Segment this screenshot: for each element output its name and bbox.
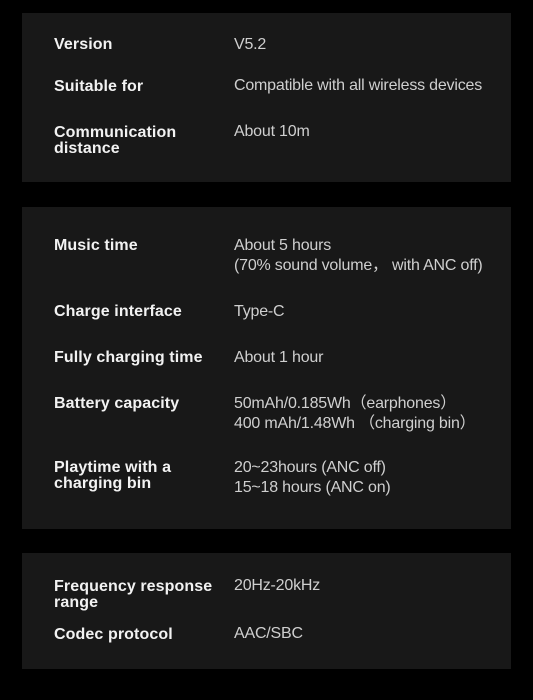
spec-label: Fully charging time	[54, 349, 203, 366]
spec-value: About 1 hour	[234, 349, 324, 366]
spec-label: Charge interface	[54, 303, 182, 320]
spec-panel-connectivity: Version V5.2 Suitable for Compatible wit…	[22, 13, 511, 182]
spec-value: About 10m	[234, 123, 310, 140]
spec-label: Version	[54, 36, 113, 53]
spec-value: V5.2	[234, 36, 267, 53]
spec-label: Communication distance	[54, 124, 177, 157]
spec-label: Playtime with a charging bin	[54, 459, 172, 492]
spec-label: Codec protocol	[54, 626, 173, 643]
spec-value: 20Hz-20kHz	[234, 577, 321, 594]
spec-value: AAC/SBC	[234, 625, 303, 642]
spec-panel-battery: Music time About 5 hours (70% sound volu…	[22, 207, 511, 529]
spec-value: Compatible with all wireless devices	[234, 77, 483, 94]
spec-value: Type-C	[234, 303, 285, 320]
spec-label: Suitable for	[54, 78, 144, 95]
spec-value: 50mAh/0.185Wh（earphones） 400 mAh/1.48Wh …	[234, 395, 476, 432]
spec-label: Battery capacity	[54, 395, 180, 412]
spec-panel-audio: Frequency response range 20Hz-20kHz Code…	[22, 553, 511, 669]
spec-label: Frequency response range	[54, 578, 213, 611]
spec-label: Music time	[54, 237, 138, 254]
spec-value: 20~23hours (ANC off) 15~18 hours (ANC on…	[234, 459, 391, 496]
spec-value: About 5 hours (70% sound volume， with AN…	[234, 237, 483, 274]
